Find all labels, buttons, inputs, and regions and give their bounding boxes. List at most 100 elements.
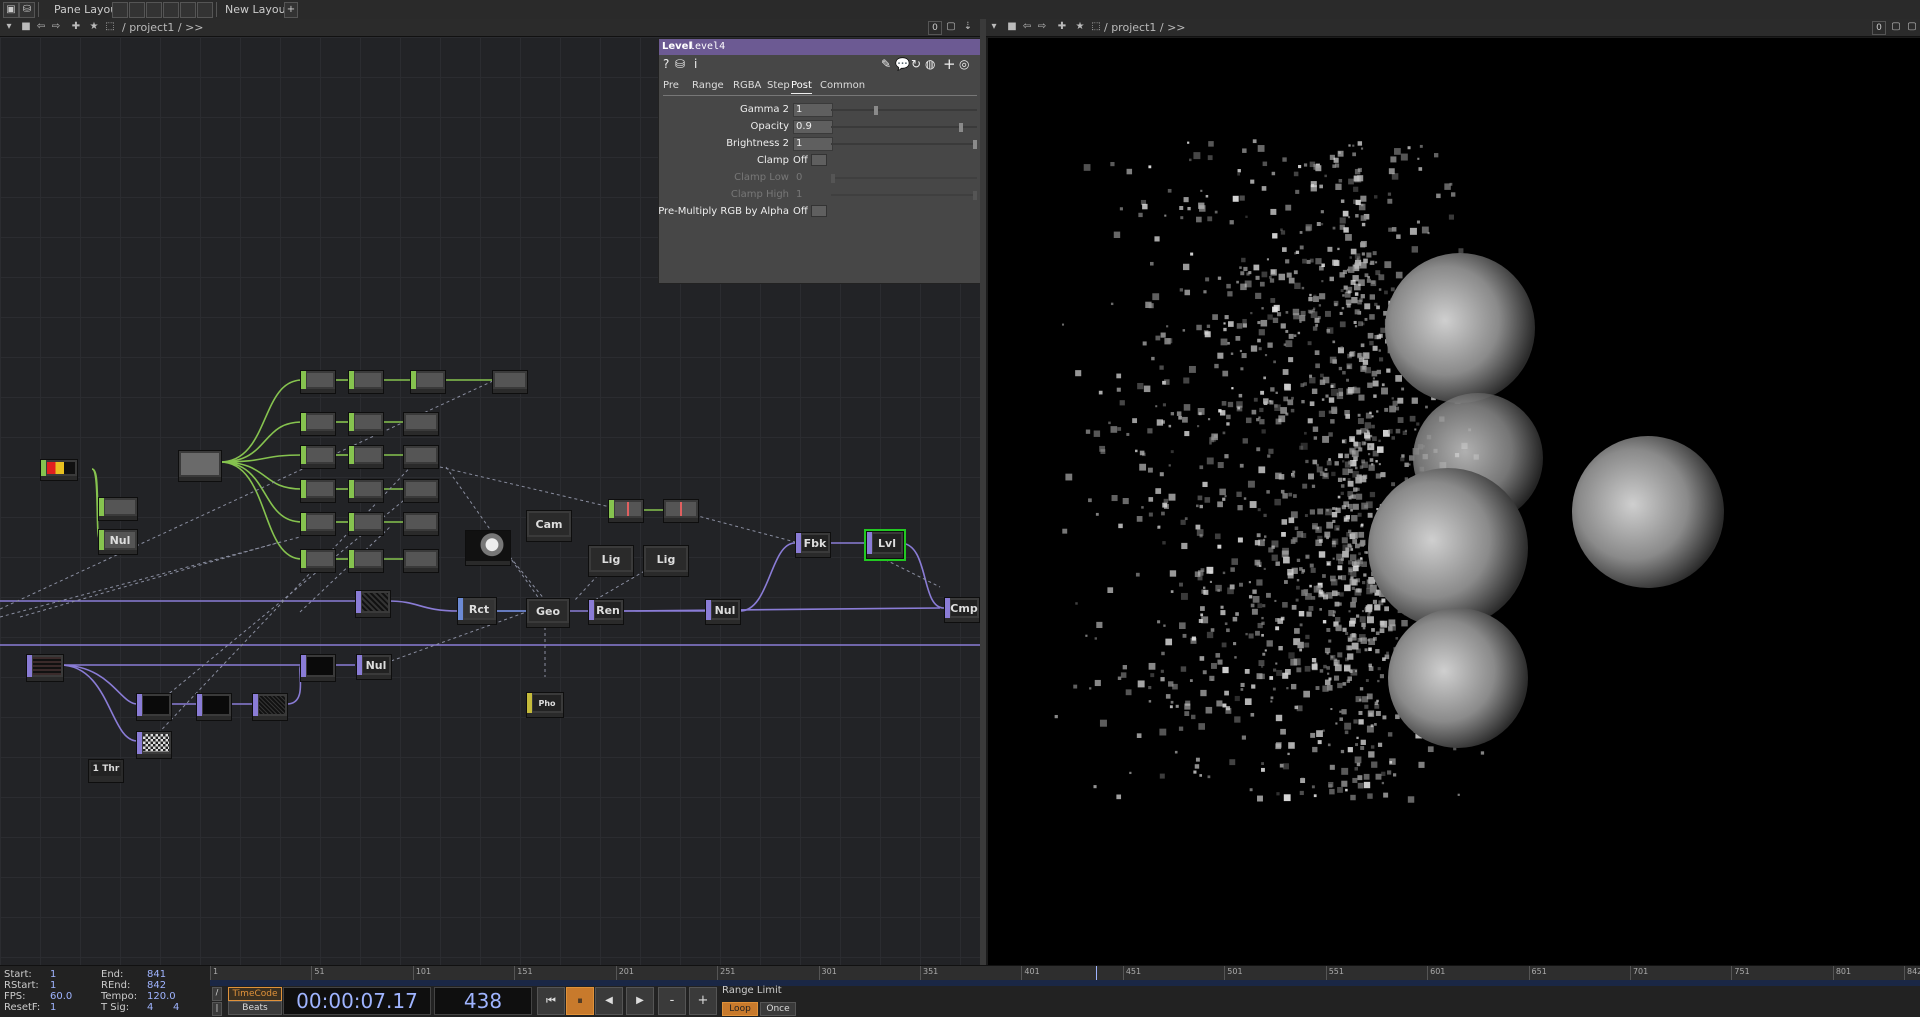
pane-icon[interactable]: ▣ [3,2,19,18]
threshold-node[interactable]: 1 Thr [88,759,124,783]
pane-divider[interactable] [980,19,986,965]
chop-node[interactable] [348,549,384,573]
chop-node[interactable] [403,479,439,503]
light-node[interactable]: Lig [643,545,689,577]
step-back-button[interactable]: ◀ [595,987,623,1015]
chop-node[interactable] [300,445,336,469]
tab-pre[interactable]: Pre [663,79,679,93]
chop-node[interactable] [403,412,439,436]
chop-node[interactable] [410,370,446,394]
slower-button[interactable]: - [658,987,686,1015]
feedback-node[interactable]: Fbk [795,532,831,558]
rewind-button[interactable]: ⏮ [537,987,565,1015]
bookmark-icon[interactable]: ★ [88,21,100,33]
null-top-node[interactable]: Nul [705,599,741,625]
python-help-icon[interactable]: ⛁ [675,57,685,71]
add-layout-button[interactable]: + [284,2,298,18]
chop-node[interactable] [98,497,138,521]
param-slider-knob[interactable] [958,123,963,132]
step-forward-button[interactable]: ▶ [626,987,654,1015]
network-path[interactable]: / project1 / >> [122,20,204,35]
toggle-box[interactable] [810,154,827,166]
render-viewer[interactable] [988,38,1920,965]
top-node[interactable] [252,693,288,721]
null-top-node[interactable]: Nul [356,654,392,680]
timecode-mode-button[interactable]: TimeCode [228,987,282,1001]
chop-node[interactable] [300,370,336,394]
chop-node[interactable] [608,499,644,523]
noise-top-node[interactable] [355,590,391,618]
tab-post[interactable]: Post [791,79,812,94]
level-node-selected[interactable]: Lvl [864,529,906,561]
palette-icon[interactable]: ⛁ [19,2,35,18]
null-chop-node[interactable]: Nul [98,529,138,555]
render-node[interactable]: Ren [588,599,624,625]
toggle-box[interactable] [810,205,827,217]
bookmark-icon[interactable]: ★ [1074,21,1086,33]
clamp-toggle[interactable]: Off [793,154,827,166]
forward-icon[interactable]: ⇨ [1036,21,1048,33]
viewer-path[interactable]: / project1 / >> [1104,20,1186,35]
forward-icon[interactable]: ⇨ [50,21,62,33]
bypass-icon[interactable]: ↻ [911,57,921,71]
top-node[interactable] [26,654,64,682]
pattern-top-node[interactable] [136,731,172,759]
chop-node[interactable] [300,549,336,573]
timeline-ruler[interactable]: 1 51 101 151 201 251 301 351 401 451 501 551 601 651 7… [210,966,1920,980]
chop-node[interactable] [492,370,528,394]
back-icon[interactable]: ⇦ [1021,21,1033,33]
layout-quad-icon[interactable] [180,2,196,18]
premultiply-toggle[interactable]: Off [793,205,827,217]
tab-rgba[interactable]: RGBA [733,79,761,93]
faster-button[interactable]: + [689,987,717,1015]
tab-range[interactable]: Range [692,79,724,93]
chop-node[interactable] [663,499,699,523]
param-value-field[interactable]: 1 [793,103,833,117]
pause-button[interactable]: ⏸ [566,987,594,1015]
comment-icon[interactable]: 💬 [895,57,910,71]
top-node[interactable] [136,693,172,721]
chop-source-node[interactable] [178,450,222,482]
add-icon[interactable]: + [943,57,956,72]
operator-name[interactable]: level4 [689,40,725,54]
chop-node[interactable] [300,512,336,536]
chop-node[interactable] [300,412,336,436]
phong-node[interactable]: Pho [526,692,564,718]
target-icon[interactable]: ◎ [959,57,969,71]
layout-triple-icon[interactable] [163,2,179,18]
layout-quad-alt-icon[interactable] [197,2,213,18]
pane-type-icon[interactable]: ■ [20,21,32,33]
chop-node[interactable] [348,412,384,436]
link-icon[interactable]: ⬚ [1090,21,1102,33]
pane-menu-icon[interactable]: ▾ [3,21,15,33]
info-icon[interactable]: i [694,57,697,71]
param-slider-knob[interactable] [873,106,878,115]
top-node[interactable] [300,654,336,682]
chop-node[interactable] [403,512,439,536]
frame-display[interactable]: 438 [434,987,532,1015]
once-button[interactable]: Once [760,1002,796,1016]
param-value-field[interactable]: 1 [793,137,833,151]
timeline-range-bar[interactable] [210,980,1920,986]
view-icon[interactable]: ▢ [1890,21,1902,33]
playhead[interactable] [1096,966,1098,980]
link-icon[interactable]: ⬚ [104,21,116,33]
layout-single-icon[interactable] [112,2,128,18]
chop-node[interactable] [348,370,384,394]
home-icon[interactable]: ✚ [70,21,82,33]
chop-node[interactable] [300,479,336,503]
chop-node[interactable] [348,512,384,536]
edit-icon[interactable]: ✎ [881,57,891,71]
home-icon[interactable]: ✚ [1056,21,1068,33]
param-value-field[interactable]: 0.9 [793,120,833,134]
split-icon[interactable]: ⇣ [962,21,974,33]
chop-node[interactable] [348,445,384,469]
tab-common[interactable]: Common [820,79,865,93]
composite-node[interactable]: Cmp [944,597,980,623]
param-slider-knob[interactable] [973,140,977,149]
light-node[interactable]: Lig [588,545,634,577]
beats-mode-button[interactable]: Beats [228,1001,282,1015]
top-node[interactable] [196,693,232,721]
rectangle-node[interactable]: Rct [457,597,497,625]
pane-menu-icon[interactable]: ▾ [988,21,1000,33]
